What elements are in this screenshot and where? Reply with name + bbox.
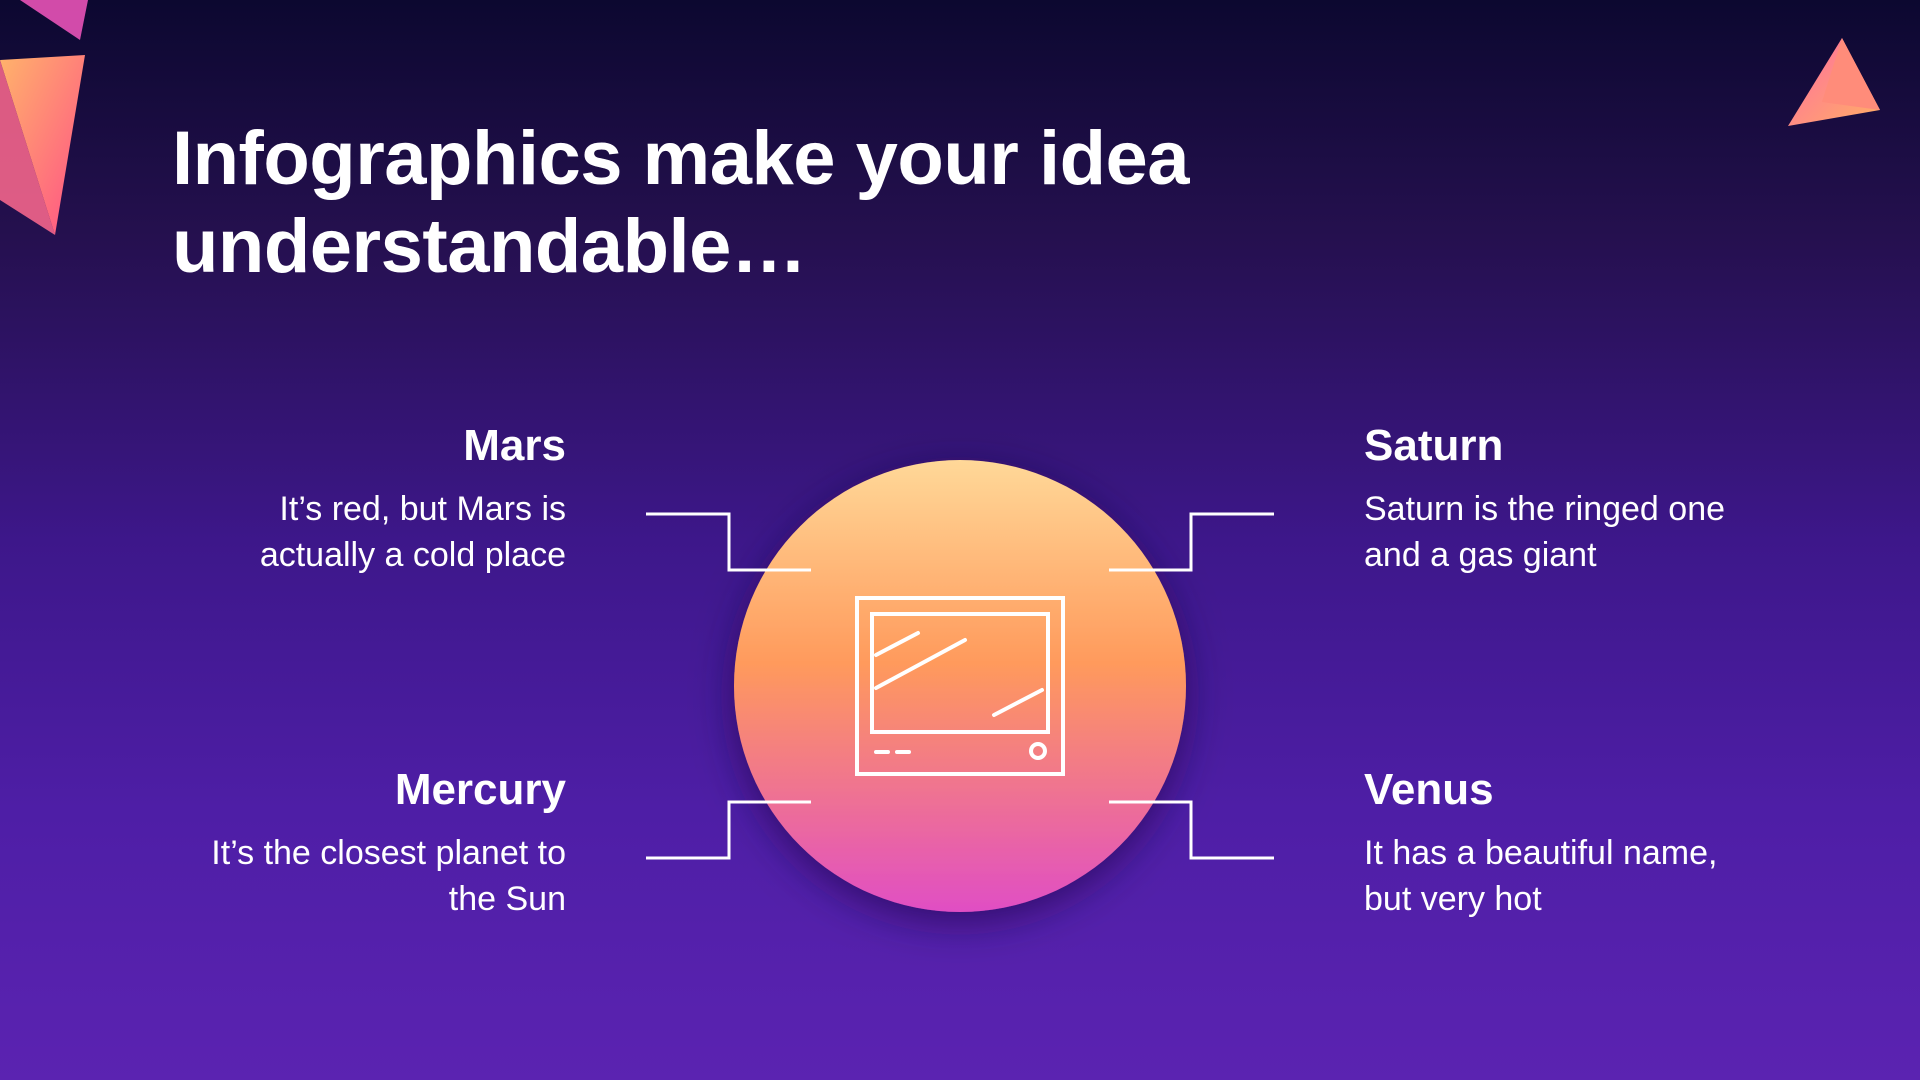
center-circle xyxy=(734,460,1186,912)
slide-title: Infographics make your idea understandab… xyxy=(172,116,1190,289)
mars-description: It’s red, but Mars is actually a cold pl… xyxy=(259,490,566,574)
venus-description: It has a beautiful name, but very hot xyxy=(1364,834,1718,918)
saturn-description: Saturn is the ringed one and a gas giant xyxy=(1364,490,1726,574)
venus-title: Venus xyxy=(1364,765,1494,814)
connector-line-saturn xyxy=(1109,512,1274,572)
triangle-decoration-top-right xyxy=(1788,38,1880,126)
saturn-title: Saturn xyxy=(1364,421,1504,470)
connector-line-mercury xyxy=(646,800,811,860)
connector-line-venus xyxy=(1109,800,1274,860)
info-block-venus: Venus It has a beautiful name, but very … xyxy=(1364,764,1764,922)
connector-line-mars xyxy=(646,512,811,572)
info-block-mars: Mars It’s red, but Mars is actually a co… xyxy=(160,420,566,578)
triangle-decoration-top-left xyxy=(0,0,88,235)
info-block-mercury: Mercury It’s the closest planet to the S… xyxy=(160,764,566,922)
info-block-saturn: Saturn Saturn is the ringed one and a ga… xyxy=(1364,420,1764,578)
mercury-description: It’s the closest planet to the Sun xyxy=(211,834,566,918)
slide: Infographics make your idea understandab… xyxy=(0,0,1920,1080)
mars-title: Mars xyxy=(463,421,566,470)
mercury-title: Mercury xyxy=(394,765,566,814)
monitor-icon xyxy=(855,596,1065,776)
